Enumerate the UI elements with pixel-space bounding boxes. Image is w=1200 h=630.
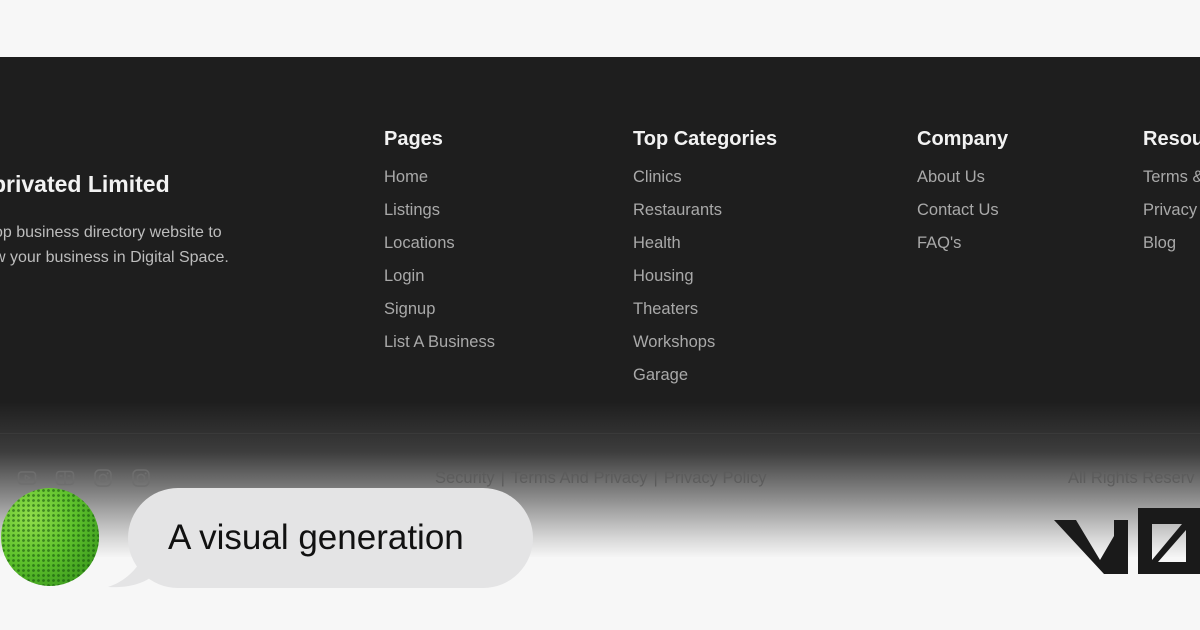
avatar [1,488,99,586]
legal-separator: | [500,469,505,487]
speech-bubble-text: A visual generation [168,518,464,557]
brand-name: privated Limited [0,171,170,197]
footer-link-workshops[interactable]: Workshops [633,332,777,365]
footer-link-restaurants[interactable]: Restaurants [633,200,777,233]
instagram-icon[interactable] [93,468,113,488]
footer-divider [0,433,1200,434]
youtube-icon[interactable] [17,468,37,488]
footer-link-locations[interactable]: Locations [384,233,495,266]
footer-link-contact[interactable]: Contact Us [917,200,1008,233]
footer-link-about[interactable]: About Us [917,167,1008,200]
footer-link-clinics[interactable]: Clinics [633,167,777,200]
footer-link-list-business[interactable]: List A Business [384,332,495,365]
footer-link-faq[interactable]: FAQ's [917,233,1008,266]
footer-link-home[interactable]: Home [384,167,495,200]
social-links [17,468,151,488]
instagram-icon[interactable] [131,468,151,488]
column-title-categories: Top Categories [633,128,778,150]
brand-description-line: op business directory website to [0,224,222,241]
footer-link-login[interactable]: Login [384,266,495,299]
footer-link-garage[interactable]: Garage [633,365,777,398]
footer-column-company: Company About Us Contact Us FAQ's [917,124,1008,266]
footer-link-signup[interactable]: Signup [384,299,495,332]
footer-link-privacy[interactable]: Privacy [1143,200,1200,233]
column-title-company: Company [917,128,1009,150]
footer-link-theaters[interactable]: Theaters [633,299,777,332]
column-title-resources: Resou [1143,128,1200,150]
footer-link-blog[interactable]: Blog [1143,233,1200,266]
legal-separator: | [653,469,658,487]
footer-column-pages: Pages Home Listings Locations Login Sign… [384,124,495,365]
footer-link-terms[interactable]: Terms & [1143,167,1200,200]
legal-links: Security | Terms And Privacy | Privacy P… [435,469,767,488]
footer-column-categories: Top Categories Clinics Restaurants Healt… [633,124,777,398]
legal-link-security[interactable]: Security [435,469,495,488]
footer-link-health[interactable]: Health [633,233,777,266]
brand-logo-icon [1054,508,1200,574]
footer-link-listings[interactable]: Listings [384,200,495,233]
speech-bubble: A visual generation [128,488,533,588]
site-footer: privated Limited op business directory w… [0,57,1200,557]
brand-description: op business directory website to w your … [0,220,264,270]
footer-column-resources: Resou Terms & Privacy Blog [1143,124,1200,266]
footer-link-housing[interactable]: Housing [633,266,777,299]
legal-link-terms-privacy[interactable]: Terms And Privacy [511,469,648,488]
brand-description-line: w your business in Digital Space. [0,249,229,266]
column-title-pages: Pages [384,128,443,150]
avatar-pattern [1,488,99,586]
film-icon[interactable] [55,468,75,488]
legal-link-privacy-policy[interactable]: Privacy Policy [664,469,767,488]
copyright-text: All Rights Reserv [1068,469,1195,487]
